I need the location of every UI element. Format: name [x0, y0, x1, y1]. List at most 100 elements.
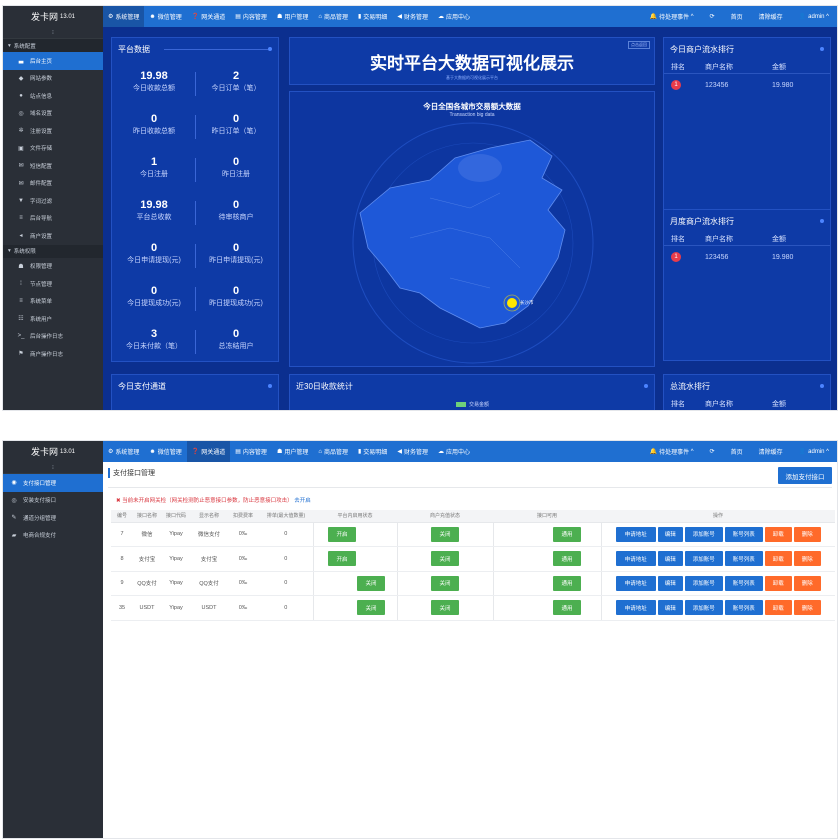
usable-badge[interactable]: 通用: [553, 526, 581, 542]
nav-item-7[interactable]: ◀ 财务管理: [392, 441, 433, 462]
nav-item-7[interactable]: ◀ 财务管理: [392, 6, 433, 27]
usable-badge[interactable]: 通用: [553, 600, 581, 616]
back-button[interactable]: 点击返回: [628, 41, 650, 49]
cell-display: QQ支付: [191, 571, 227, 596]
edit-button[interactable]: 编辑: [657, 600, 683, 616]
account-list-button[interactable]: 账号列表: [724, 526, 763, 542]
pending-events-button[interactable]: 🔔 待处理事件 ^: [642, 6, 702, 27]
sidebar-item[interactable]: ◉ 支付接口管理: [3, 474, 103, 492]
account-list-button[interactable]: 账号列表: [724, 575, 763, 591]
platform-status-toggle[interactable]: 关闭: [357, 575, 385, 591]
cell-ops: 申请地址 编辑 添加账号 账号列表 卸载 删除: [601, 546, 835, 572]
nav-item-6[interactable]: ▮ 交易明细: [353, 441, 392, 462]
nav-item-6[interactable]: ▮ 交易明细: [353, 6, 392, 27]
platform-status-toggle[interactable]: 开启: [328, 551, 356, 567]
nav-item-5[interactable]: ⌂ 商品管理: [313, 6, 353, 27]
sidebar-item[interactable]: ≡ 系统菜单: [3, 293, 103, 311]
nav-item-8[interactable]: ☁ 应用中心: [433, 441, 475, 462]
delete-button[interactable]: 删除: [793, 575, 821, 591]
user-menu[interactable]: 👤 admin ^: [791, 441, 837, 462]
platform-status-toggle[interactable]: 关闭: [357, 600, 385, 616]
add-account-button[interactable]: 添加账号: [684, 526, 723, 542]
uninstall-button[interactable]: 卸载: [764, 600, 792, 616]
nav-item-0[interactable]: ⚙ 系统管理: [103, 441, 144, 462]
sidebar-group[interactable]: ▾ 系统配置: [3, 39, 103, 52]
add-account-button[interactable]: 添加账号: [684, 575, 723, 591]
delete-button[interactable]: 删除: [793, 600, 821, 616]
usable-badge[interactable]: 通用: [553, 575, 581, 591]
apply-address-button[interactable]: 申请地址: [615, 551, 656, 567]
sidebar-item[interactable]: ▰ 电商合规支付: [3, 527, 103, 545]
app-logo[interactable]: 发卡网 13.01: [3, 441, 103, 462]
delete-button[interactable]: 删除: [793, 551, 821, 567]
platform-status-toggle[interactable]: 开启: [328, 526, 356, 542]
sidebar-item[interactable]: ⁞ 节点管理: [3, 275, 103, 293]
delete-button[interactable]: 删除: [793, 526, 821, 542]
sidebar-item[interactable]: ✎ 通道分组管理: [3, 509, 103, 527]
user-menu[interactable]: 👤 admin ^: [791, 6, 837, 27]
merchant-status-toggle[interactable]: 关闭: [431, 575, 459, 591]
edit-button[interactable]: 编辑: [657, 575, 683, 591]
merchant-status-toggle[interactable]: 关闭: [431, 600, 459, 616]
nav-item-8[interactable]: ☁ 应用中心: [433, 6, 475, 27]
home-link[interactable]: 首页: [723, 441, 751, 462]
nav-item-2[interactable]: ❓ 网关通道: [187, 6, 231, 27]
enable-link[interactable]: 去开启: [294, 498, 311, 504]
account-list-button[interactable]: 账号列表: [724, 600, 763, 616]
sidebar-toggle[interactable]: ⁝: [3, 27, 103, 39]
sidebar-toggle[interactable]: ⁝: [3, 462, 103, 474]
sidebar-item[interactable]: ▣ 文件存储: [3, 140, 103, 158]
uninstall-button[interactable]: 卸载: [764, 526, 792, 542]
add-payment-interface-button[interactable]: 添加支付接口: [778, 467, 832, 484]
nav-item-4[interactable]: ☗ 用户管理: [272, 6, 313, 27]
nav-item-3[interactable]: ▤ 内容管理: [230, 441, 272, 462]
nav-item-5[interactable]: ⌂ 商品管理: [313, 441, 353, 462]
clear-cache-link[interactable]: 清除缓存: [751, 441, 791, 462]
sidebar-item[interactable]: ✲ 注册设置: [3, 122, 103, 140]
sidebar-item[interactable]: ✉ 短信配置: [3, 157, 103, 175]
nav-item-4[interactable]: ☗ 用户管理: [272, 441, 313, 462]
add-account-button[interactable]: 添加账号: [684, 600, 723, 616]
home-link[interactable]: 首页: [723, 6, 751, 27]
sidebar-item-label: 商户设置: [30, 233, 53, 240]
refresh-button[interactable]: ⟳: [702, 6, 723, 27]
nav-label: 商品管理: [323, 15, 348, 21]
apply-address-button[interactable]: 申请地址: [615, 575, 656, 591]
merchant-status-toggle[interactable]: 关闭: [431, 526, 459, 542]
nav-item-0[interactable]: ⚙ 系统管理: [103, 6, 145, 27]
uninstall-button[interactable]: 卸载: [764, 575, 792, 591]
edit-button[interactable]: 编辑: [657, 526, 683, 542]
nav-item-3[interactable]: ▤ 内容管理: [230, 6, 272, 27]
nav-item-1[interactable]: ☻ 微信管理: [144, 6, 186, 27]
add-account-button[interactable]: 添加账号: [684, 551, 723, 567]
nav-item-1[interactable]: ☻ 微信管理: [144, 441, 186, 462]
sidebar-item[interactable]: ◎ 域名设置: [3, 105, 103, 123]
apply-address-button[interactable]: 申请地址: [615, 600, 656, 616]
sidebar-item[interactable]: ⚑ 商户操作日志: [3, 345, 103, 363]
sidebar-item[interactable]: ◆ 网站参数: [3, 70, 103, 88]
sidebar-item[interactable]: ● 站点信息: [3, 87, 103, 105]
edit-button[interactable]: 编辑: [657, 551, 683, 567]
sidebar-item[interactable]: >_ 后台操作日志: [3, 328, 103, 346]
app-logo[interactable]: 发卡网 13.01: [3, 6, 103, 27]
city-marker[interactable]: [507, 298, 517, 308]
cell-platform: 开启: [312, 546, 398, 572]
nav-item-2[interactable]: ❓ 网关通道: [186, 441, 231, 462]
sidebar-group[interactable]: ▾ 系统权限: [3, 244, 103, 258]
clear-cache-link[interactable]: 清除缓存: [751, 6, 791, 27]
sidebar-item[interactable]: ▼ 字词过滤: [3, 192, 103, 210]
apply-address-button[interactable]: 申请地址: [615, 526, 656, 542]
sidebar-item[interactable]: ◎ 安装支付接口: [3, 492, 103, 510]
sidebar-item[interactable]: ≡ 后台导航: [3, 210, 103, 228]
sidebar-item[interactable]: ✉ 邮件配置: [3, 175, 103, 193]
sidebar-item[interactable]: ☗ 权限管理: [3, 258, 103, 276]
sidebar-item[interactable]: ☷ 系统用户: [3, 310, 103, 328]
pending-events-button[interactable]: 🔔 待处理事件 ^: [642, 441, 702, 462]
uninstall-button[interactable]: 卸载: [764, 551, 792, 567]
refresh-button[interactable]: ⟳: [702, 441, 723, 462]
account-list-button[interactable]: 账号列表: [724, 551, 763, 567]
sidebar-item[interactable]: ◂ 商户设置: [3, 227, 103, 245]
sidebar-item[interactable]: ▃ 后台主页: [3, 52, 103, 70]
usable-badge[interactable]: 通用: [553, 551, 581, 567]
merchant-status-toggle[interactable]: 关闭: [431, 551, 459, 567]
